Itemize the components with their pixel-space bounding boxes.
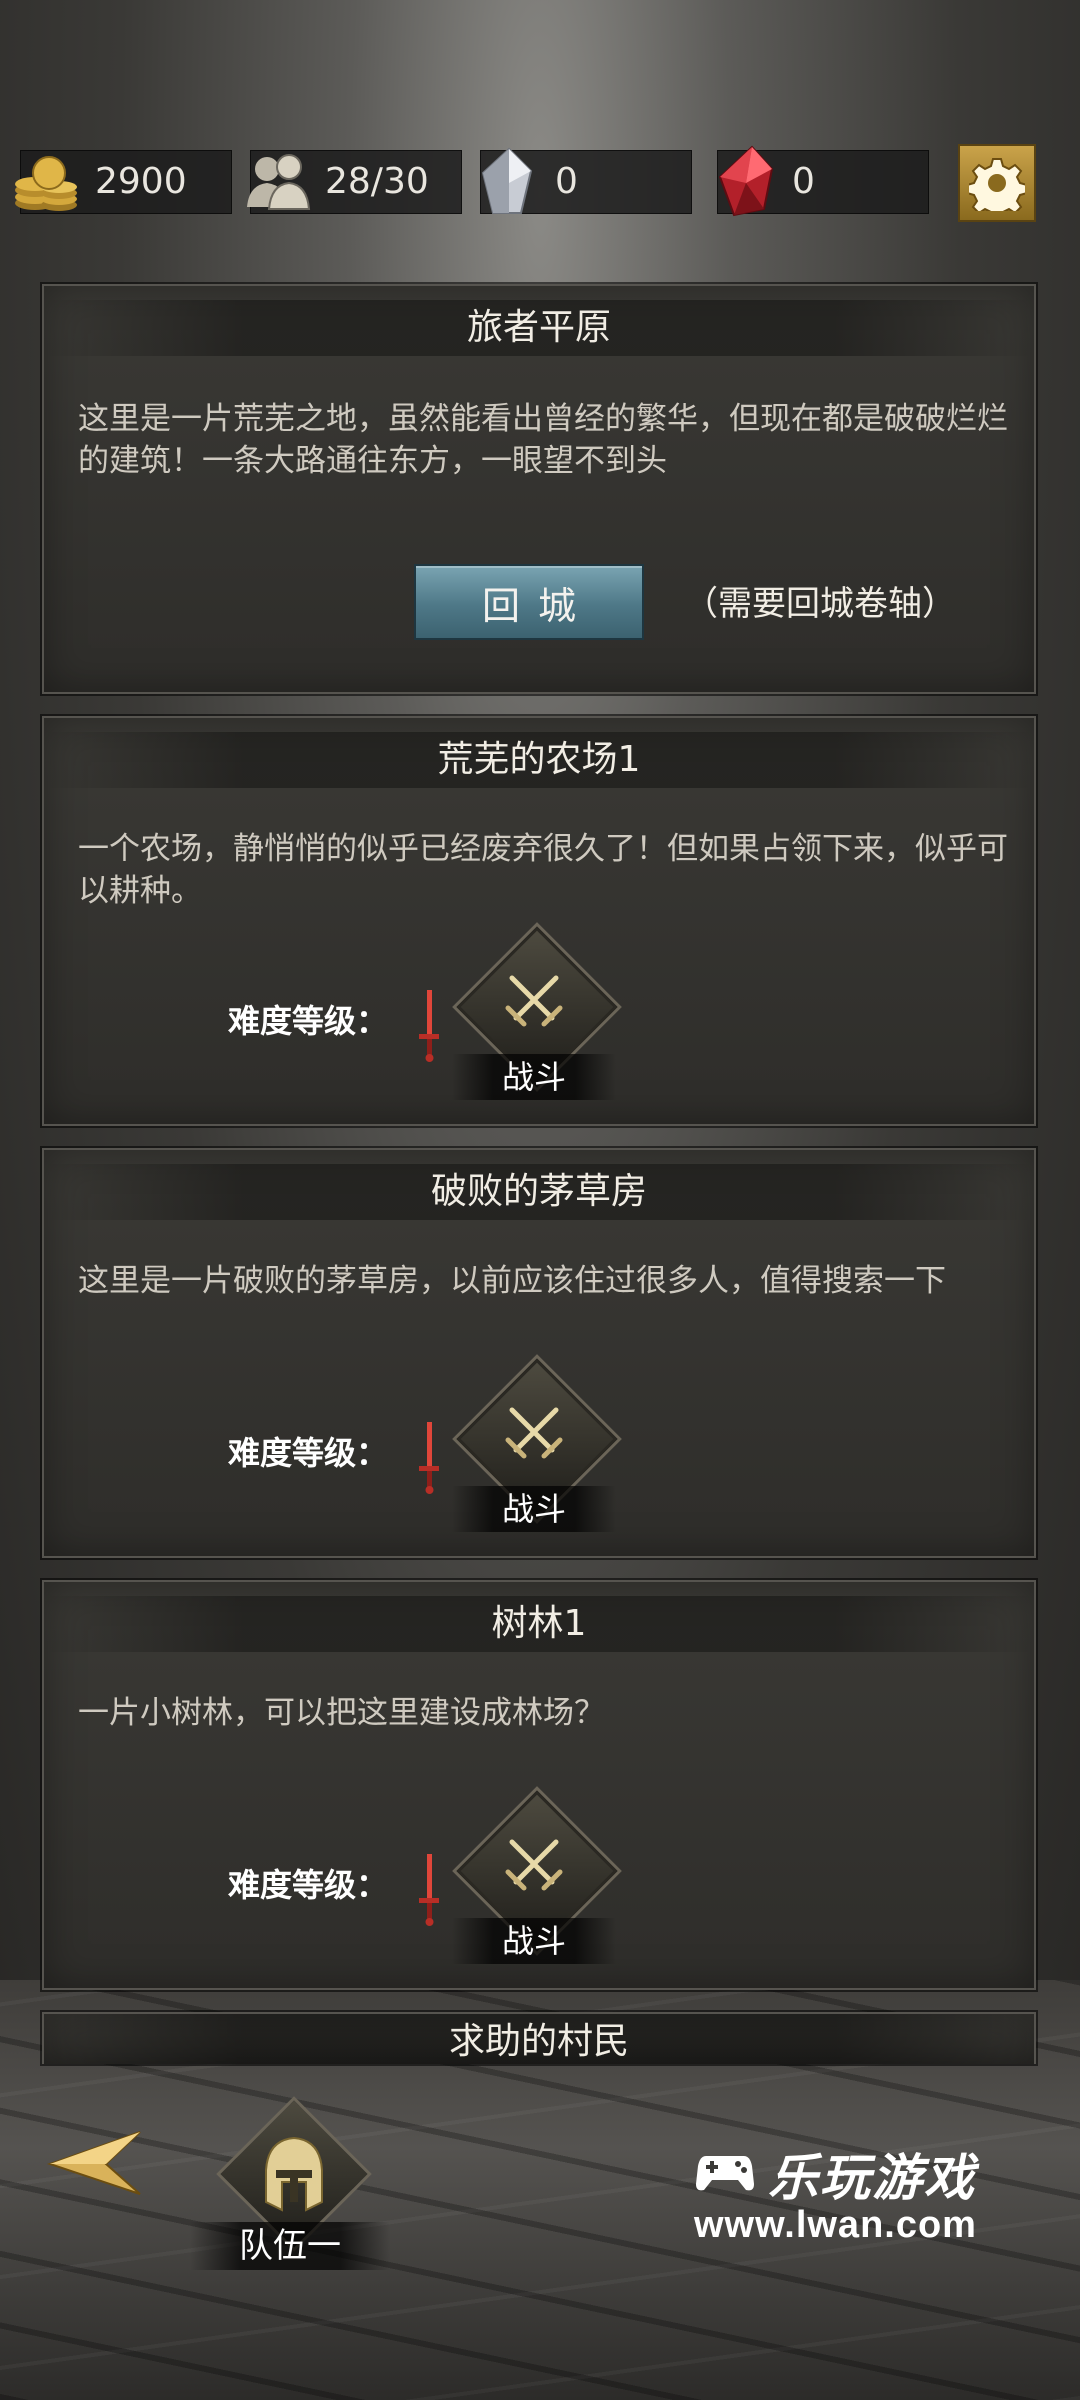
battle-button[interactable]: 战斗 xyxy=(452,1358,618,1532)
crystal-icon xyxy=(481,147,533,214)
location-title: 破败的茅草房 xyxy=(44,1164,1034,1220)
location-description: 一个农场，静悄悄的似乎已经废弃很久了！但如果占领下来，似乎可以耕种。 xyxy=(78,831,1008,909)
ruby-icon xyxy=(718,145,774,217)
ruby-counter: 0 xyxy=(717,145,929,217)
crystal-counter: 0 xyxy=(480,147,692,214)
crystal-value: 0 xyxy=(555,161,578,202)
crossed-swords-icon xyxy=(505,1839,563,1891)
sword-icon xyxy=(419,990,439,1062)
difficulty-label: 难度等级： xyxy=(228,1866,389,1904)
battle-button[interactable]: 战斗 xyxy=(452,1790,618,1964)
helmet-icon xyxy=(265,2136,323,2212)
watermark-url: www.lwan.com xyxy=(694,2204,977,2246)
sword-icon xyxy=(419,1422,439,1494)
location-title: 树林1 xyxy=(44,1596,1034,1652)
location-title: 荒芜的农场1 xyxy=(44,732,1034,788)
team-one-button[interactable]: 队伍一 xyxy=(190,2100,390,2270)
battle-label: 战斗 xyxy=(452,1486,616,1532)
back-arrow-icon[interactable] xyxy=(46,2128,144,2198)
return-requirement-note: （需要回城卷轴） xyxy=(684,584,956,624)
population-counter: 28/30 xyxy=(247,150,462,214)
gold-coins-icon xyxy=(15,156,77,211)
return-to-city-button[interactable]: 回城 xyxy=(414,564,644,640)
watermark: 乐玩游戏 www.lwan.com xyxy=(694,2138,1024,2258)
area-description: 这里是一片荒芜之地，虽然能看出曾经的繁华，但现在都是破破烂烂的建筑！一条大路通往… xyxy=(78,401,1008,479)
crossed-swords-icon xyxy=(505,975,563,1027)
battle-button[interactable]: 战斗 xyxy=(452,926,618,1100)
watermark-name: 乐玩游戏 xyxy=(768,2150,976,2206)
location-title: 求助的村民 xyxy=(44,2014,1034,2064)
location-description: 这里是一片破败的茅草房，以前应该住过很多人，值得搜索一下 xyxy=(78,1263,946,1299)
battle-label: 战斗 xyxy=(452,1918,616,1964)
population-icon xyxy=(247,154,311,210)
location-card: 破败的茅草房 这里是一片破败的茅草房，以前应该住过很多人，值得搜索一下 难度等级… xyxy=(42,1148,1036,1558)
location-card: 树林1 一片小树林，可以把这里建设成林场？ 难度等级： 战斗 xyxy=(42,1580,1036,1990)
location-description: 一片小树林，可以把这里建设成林场？ xyxy=(78,1695,605,1731)
team-label: 队伍一 xyxy=(190,2222,390,2270)
sword-icon xyxy=(419,1854,439,1926)
area-title: 旅者平原 xyxy=(44,300,1034,356)
difficulty-label: 难度等级： xyxy=(228,1434,389,1472)
crossed-swords-icon xyxy=(505,1407,563,1459)
location-card: 荒芜的农场1 一个农场，静悄悄的似乎已经废弃很久了！但如果占领下来，似乎可以耕种… xyxy=(42,716,1036,1126)
location-card: 求助的村民 xyxy=(42,2012,1036,2064)
area-panel: 旅者平原 这里是一片荒芜之地，虽然能看出曾经的繁华，但现在都是破破烂烂的建筑！一… xyxy=(42,284,1036,694)
ruby-value: 0 xyxy=(792,161,815,202)
gear-icon xyxy=(969,158,1025,211)
settings-button[interactable] xyxy=(958,144,1036,222)
population-value: 28/30 xyxy=(325,161,429,202)
gold-value: 2900 xyxy=(95,161,187,202)
gold-counter: 2900 xyxy=(15,150,232,214)
gamepad-icon xyxy=(696,2156,754,2191)
battle-label: 战斗 xyxy=(452,1054,616,1100)
difficulty-label: 难度等级： xyxy=(228,1002,389,1040)
